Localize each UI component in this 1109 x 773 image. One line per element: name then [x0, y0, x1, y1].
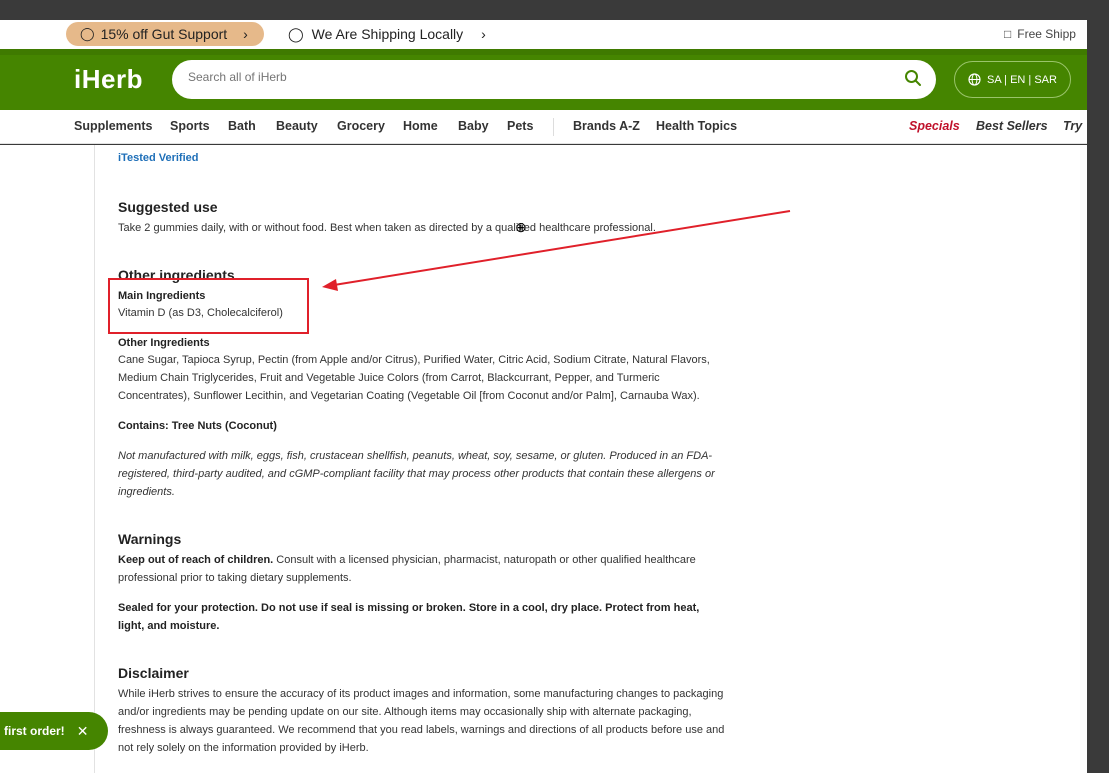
search-icon[interactable]	[904, 69, 922, 87]
search-bar[interactable]	[172, 60, 936, 99]
right-gutter	[1087, 20, 1109, 773]
nav-item-sports[interactable]: Sports	[170, 119, 210, 133]
nav-item-home[interactable]: Home	[403, 119, 438, 133]
top-strip	[0, 0, 1109, 20]
iherb-logo[interactable]: iHerb	[74, 64, 143, 95]
locale-selector[interactable]: SA | EN | SAR	[954, 61, 1071, 98]
tag-icon: ◯	[80, 26, 95, 41]
nav-item-best-sellers[interactable]: Best Sellers	[976, 119, 1048, 133]
browser-viewport: ◯ 15% off Gut Support › ◯ We Are Shippin…	[0, 0, 1109, 773]
gut-support-promo-pill[interactable]: ◯ 15% off Gut Support ›	[66, 22, 264, 46]
site-header: iHerb SA | EN | SAR	[0, 49, 1087, 110]
promo-bar: ◯ 15% off Gut Support › ◯ We Are Shippin…	[0, 20, 1087, 49]
nav-item-supplements[interactable]: Supplements	[74, 119, 153, 133]
close-icon[interactable]: ✕	[77, 723, 89, 740]
zoom-cursor-icon: ⊕	[515, 219, 527, 235]
nav-item-beauty[interactable]: Beauty	[276, 119, 318, 133]
search-input[interactable]	[188, 70, 888, 84]
toast-text: first order!	[4, 724, 65, 738]
first-order-toast[interactable]: first order! ✕	[0, 712, 108, 750]
nav-item-health-topics[interactable]: Health Topics	[656, 119, 737, 133]
tag-icon: ◯	[288, 25, 304, 42]
free-shipping-label: Free Shipp	[1017, 27, 1076, 41]
free-shipping-link[interactable]: □ Free Shipp	[1004, 22, 1076, 46]
nav-item-bath[interactable]: Bath	[228, 119, 256, 133]
globe-icon	[968, 73, 981, 86]
product-details-panel: iTested Verified Suggested use Take 2 gu…	[0, 145, 1087, 773]
chevron-right-icon: ›	[481, 26, 486, 42]
nav-item-try[interactable]: Try	[1063, 119, 1082, 133]
nav-item-specials[interactable]: Specials	[909, 119, 960, 133]
truck-icon: □	[1004, 27, 1012, 41]
promo-discount-label: 15% off Gut Support	[100, 26, 228, 42]
annotation-arrow	[322, 210, 791, 291]
promo-shipping-label: We Are Shipping Locally	[311, 26, 464, 42]
nav-item-pets[interactable]: Pets	[507, 119, 533, 133]
nav-item-grocery[interactable]: Grocery	[337, 119, 385, 133]
locale-label: SA | EN | SAR	[987, 73, 1057, 86]
nav-divider	[553, 118, 554, 136]
shipping-locally-link[interactable]: ◯ We Are Shipping Locally ›	[288, 22, 486, 46]
nav-item-baby[interactable]: Baby	[458, 119, 489, 133]
chevron-right-icon: ›	[243, 26, 248, 42]
nav-item-brands[interactable]: Brands A-Z	[573, 119, 640, 133]
category-nav: Supplements Sports Bath Beauty Grocery H…	[0, 110, 1087, 144]
